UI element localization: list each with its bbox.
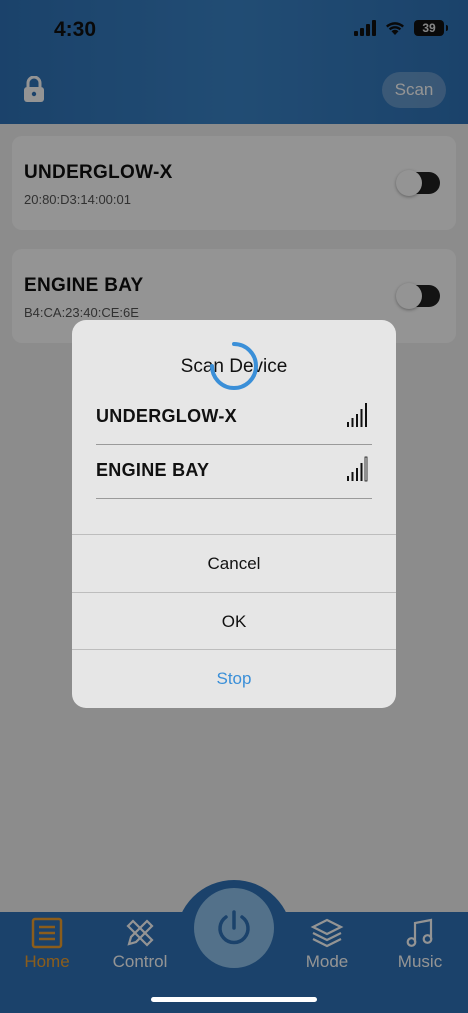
cancel-button[interactable]: Cancel [72, 535, 396, 592]
signal-icon [347, 456, 368, 482]
ok-button[interactable]: OK [72, 593, 396, 650]
scan-result-name: UNDERGLOW-X [96, 406, 237, 426]
scan-dialog: Scan Device UNDERGLOW-X ENGINE BAY Cance… [72, 320, 396, 708]
stop-button[interactable]: Stop [72, 650, 396, 707]
scan-result-row[interactable]: UNDERGLOW-X [96, 392, 372, 445]
scan-result-name: ENGINE BAY [96, 460, 210, 480]
signal-icon [347, 403, 367, 427]
scan-result-row[interactable]: ENGINE BAY [96, 446, 372, 499]
spinner-icon [210, 342, 258, 390]
home-indicator[interactable] [151, 997, 317, 1002]
